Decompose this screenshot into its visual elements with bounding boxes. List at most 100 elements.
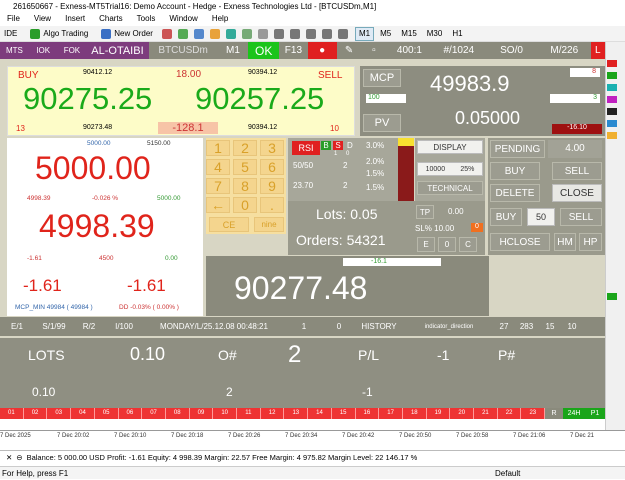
tf-m30[interactable]: M30: [423, 27, 447, 41]
menu-window[interactable]: Window: [162, 13, 204, 25]
sell-price[interactable]: 90257.25: [195, 81, 324, 117]
ticker-hour-13: 13: [284, 408, 309, 419]
e-button[interactable]: E: [417, 237, 435, 252]
menu-tools[interactable]: Tools: [130, 13, 163, 25]
chart-icon[interactable]: [161, 28, 172, 39]
rsi-button[interactable]: RSI: [292, 141, 320, 155]
fibo-icon[interactable]: [321, 28, 332, 39]
fok-button[interactable]: FOK: [57, 42, 87, 59]
mts-button[interactable]: MTS: [0, 42, 29, 59]
buy-price[interactable]: 90275.25: [23, 81, 152, 117]
pv-button[interactable]: PV: [363, 114, 401, 132]
close-button[interactable]: CLOSE: [552, 184, 602, 202]
menu-file[interactable]: File: [0, 13, 27, 25]
nine-button[interactable]: nine: [254, 217, 284, 232]
history-button[interactable]: HISTORY: [354, 322, 404, 331]
close-icon[interactable]: ✕: [6, 451, 12, 465]
grid-icon[interactable]: [225, 28, 236, 39]
key-3[interactable]: 3: [260, 140, 284, 156]
buy-button[interactable]: BUY: [490, 162, 540, 180]
axis-label-5: 7 Dec 20:34: [285, 432, 318, 439]
vline-icon[interactable]: [273, 28, 284, 39]
crosshair-icon[interactable]: [257, 28, 268, 39]
sell2-button[interactable]: SELL: [560, 208, 602, 226]
balance-r1: -1.61: [27, 255, 42, 262]
menu-view[interactable]: View: [27, 13, 58, 25]
minus-icon[interactable]: ⊖: [16, 451, 22, 465]
iok-button[interactable]: IOK: [28, 42, 58, 59]
record-icon[interactable]: ●: [307, 42, 337, 59]
ticker-p1-button[interactable]: P1: [585, 408, 605, 419]
l-button[interactable]: L: [590, 42, 605, 59]
mcp-button[interactable]: MCP: [363, 69, 401, 87]
zero-button[interactable]: 0: [438, 237, 456, 252]
ticker-r-button[interactable]: R: [545, 408, 563, 419]
text-icon[interactable]: [337, 28, 348, 39]
menu-insert[interactable]: Insert: [58, 13, 92, 25]
toolbar: IDE Algo Trading New Order M1 M5 M15 M30…: [0, 26, 625, 42]
tf-h1[interactable]: H1: [448, 27, 466, 41]
key-4[interactable]: 4: [206, 159, 230, 175]
technical-button[interactable]: TECHNICAL: [417, 181, 483, 195]
color-swatch-black[interactable]: [607, 108, 617, 115]
pending-button[interactable]: PENDING: [490, 140, 545, 158]
buy2-button[interactable]: BUY: [490, 208, 522, 226]
key-8[interactable]: 8: [233, 178, 257, 194]
box-icon[interactable]: ▫: [361, 42, 386, 59]
settings-icon[interactable]: [241, 28, 252, 39]
rsi-b[interactable]: B: [321, 141, 331, 150]
tp-button[interactable]: TP: [416, 205, 434, 219]
key-1[interactable]: 1: [206, 140, 230, 156]
tf-m5[interactable]: M5: [376, 27, 395, 41]
rsi-s[interactable]: S: [333, 141, 343, 150]
color-swatch-green2[interactable]: [607, 293, 617, 300]
delete-button[interactable]: DELETE: [490, 184, 540, 202]
line-icon[interactable]: [193, 28, 204, 39]
pending-value[interactable]: 4.00: [548, 140, 602, 158]
so-label: SO/0: [500, 45, 523, 56]
key-2[interactable]: 2: [233, 140, 257, 156]
hline-icon[interactable]: [289, 28, 300, 39]
color-swatch-magenta[interactable]: [607, 96, 617, 103]
sell-label: SELL: [318, 70, 343, 81]
f13-button[interactable]: F13: [279, 42, 308, 59]
ide-button[interactable]: IDE: [0, 27, 21, 41]
color-swatch-orange[interactable]: [607, 132, 617, 139]
tf-m15[interactable]: M15: [397, 27, 421, 41]
key-7[interactable]: 7: [206, 178, 230, 194]
tf-m1[interactable]: M1: [354, 26, 375, 41]
key-5[interactable]: 5: [233, 159, 257, 175]
menu-help[interactable]: Help: [205, 13, 235, 25]
key-9[interactable]: 9: [260, 178, 284, 194]
color-swatch-red[interactable]: [607, 60, 617, 67]
fifty-field[interactable]: 50: [527, 208, 555, 226]
display-button[interactable]: DISPLAY: [417, 140, 483, 154]
key-0[interactable]: 0: [233, 197, 257, 213]
new-order-button[interactable]: New Order: [94, 27, 157, 41]
hp-button[interactable]: HP: [579, 233, 602, 251]
spread-value: 18.00: [176, 69, 202, 80]
mcp-badge: 8: [570, 68, 600, 77]
hm-button[interactable]: HM: [554, 233, 576, 251]
key-backspace[interactable]: ←: [206, 197, 230, 213]
ok-button[interactable]: OK: [248, 42, 280, 59]
key-dot[interactable]: .: [260, 197, 284, 213]
hclose-button[interactable]: HCLOSE: [490, 233, 550, 251]
trendline-icon[interactable]: [305, 28, 316, 39]
color-swatch-teal[interactable]: [607, 84, 617, 91]
rsi-p15b: 1.5%: [366, 183, 385, 192]
sell-button[interactable]: SELL: [552, 162, 602, 180]
color-swatch-blue[interactable]: [607, 120, 617, 127]
color-swatch-green[interactable]: [607, 72, 617, 79]
ce-button[interactable]: CE: [209, 217, 249, 232]
folder-icon[interactable]: [209, 28, 220, 39]
tenk-field[interactable]: 10000 25%: [417, 162, 483, 176]
candles-icon[interactable]: [177, 28, 188, 39]
ticker-24h-button[interactable]: 24H: [563, 408, 585, 419]
c-button[interactable]: C: [459, 237, 477, 252]
menu-charts[interactable]: Charts: [92, 13, 130, 25]
pen-icon[interactable]: ✎: [337, 42, 362, 59]
algo-trading-button[interactable]: Algo Trading: [23, 27, 92, 41]
key-6[interactable]: 6: [260, 159, 284, 175]
balance-r3: 0.00: [165, 255, 178, 262]
